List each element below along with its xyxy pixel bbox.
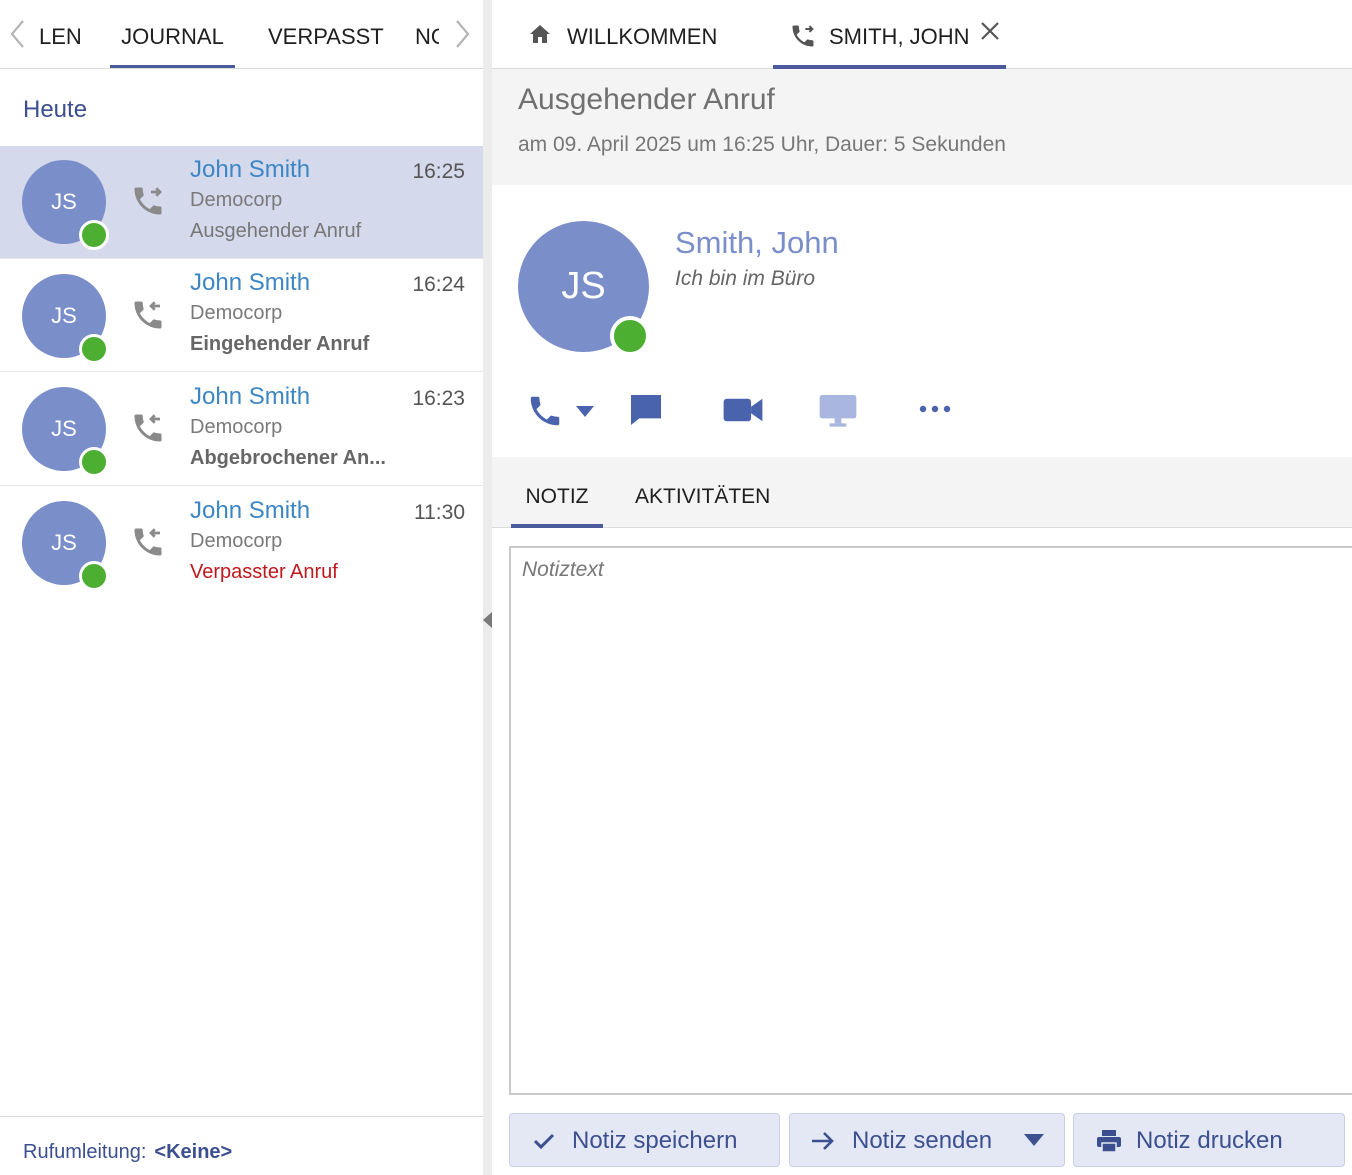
- call-forwarding-label: Rufumleitung:: [23, 1141, 147, 1163]
- call-list-item[interactable]: JS John Smith 16:24 Democorp Eingehender…: [0, 259, 483, 372]
- contact-card: JS Smith, John Ich bin im Büro: [492, 185, 1352, 457]
- caller-name: John Smith: [190, 497, 311, 524]
- call-journal-pane: LEN JOURNAL VERPASST NOTIZEN Heute JS Jo…: [0, 0, 483, 1175]
- chevron-right-icon[interactable]: [452, 18, 472, 50]
- call-button[interactable]: [526, 390, 596, 430]
- checkmark-icon: [533, 1133, 555, 1150]
- home-icon: [530, 25, 550, 43]
- print-note-button[interactable]: Notiz drucken: [1073, 1113, 1345, 1167]
- incoming-call-icon: [134, 414, 162, 442]
- send-note-label: Notiz senden: [852, 1127, 993, 1154]
- call-status: Verpasster Anruf: [190, 561, 338, 583]
- print-note-label: Notiz drucken: [1136, 1127, 1283, 1154]
- contact-status: Ich bin im Büro: [675, 267, 816, 290]
- section-heading-today: Heute: [23, 96, 88, 123]
- save-note-button[interactable]: Notiz speichern: [509, 1113, 780, 1167]
- phone-outgoing-icon: [792, 25, 814, 47]
- send-note-button[interactable]: Notiz senden: [789, 1113, 1065, 1167]
- chevron-left-icon[interactable]: [8, 18, 28, 50]
- pane-splitter[interactable]: [483, 0, 492, 1175]
- contact-name[interactable]: Smith, John: [675, 225, 839, 261]
- call-status: Ausgehender Anruf: [190, 220, 362, 242]
- document-tabbar: WILLKOMMEN SMITH, JOHN: [492, 0, 1352, 69]
- call-list-item[interactable]: JS John Smith 16:23 Democorp Abgebrochen…: [0, 373, 483, 486]
- caller-name: John Smith: [190, 383, 311, 410]
- presence-online-icon: [79, 447, 109, 477]
- note-textarea[interactable]: [509, 546, 1352, 1095]
- presence-online-icon: [79, 334, 109, 364]
- call-details: am 09. April 2025 um 16:25 Uhr, Dauer: 5…: [518, 133, 1006, 156]
- chevron-down-icon[interactable]: [576, 406, 594, 418]
- presence-online-icon: [79, 561, 109, 591]
- tab-smith-john[interactable]: SMITH, JOHN: [773, 0, 1006, 69]
- tab-activities[interactable]: AKTIVITÄTEN: [635, 457, 770, 528]
- collapse-arrow-icon[interactable]: [483, 612, 492, 628]
- call-status: Eingehender Anruf: [190, 333, 370, 355]
- printer-icon: [1097, 1130, 1121, 1153]
- journal-tabbar: LEN JOURNAL VERPASST NOTIZEN: [0, 0, 483, 69]
- call-status: Abgebrochener An...: [190, 447, 386, 469]
- arrow-right-icon: [812, 1132, 834, 1150]
- call-header: Ausgehender Anruf am 09. April 2025 um 1…: [492, 69, 1352, 185]
- chevron-down-icon[interactable]: [1024, 1134, 1044, 1147]
- detail-tabbar: NOTIZ AKTIVITÄTEN: [492, 457, 1352, 528]
- caller-company: Democorp: [190, 189, 283, 211]
- call-forwarding-value: <Keine>: [154, 1141, 233, 1163]
- incoming-call-icon: [134, 301, 162, 329]
- detail-pane: WILLKOMMEN SMITH, JOHN Ausgehender Anruf…: [492, 0, 1352, 1175]
- call-title: Ausgehender Anruf: [518, 83, 775, 116]
- tab-journal[interactable]: JOURNAL: [110, 0, 235, 68]
- chat-icon[interactable]: [626, 390, 666, 430]
- screen-share-icon[interactable]: [818, 390, 858, 430]
- tab-note[interactable]: NOTIZ: [511, 457, 603, 528]
- incoming-call-icon: [134, 528, 162, 556]
- caller-company: Democorp: [190, 416, 283, 438]
- tab-contacts[interactable]: LEN: [39, 0, 82, 68]
- phone-icon: [530, 396, 560, 426]
- call-time: 16:25: [412, 160, 465, 183]
- call-time: 11:30: [414, 501, 465, 524]
- more-icon[interactable]: [918, 390, 952, 430]
- call-list-item[interactable]: JS John Smith 16:25 Democorp Ausgehender…: [0, 146, 483, 259]
- tab-welcome-label: WILLKOMMEN: [567, 24, 718, 49]
- call-time: 16:24: [412, 273, 465, 296]
- caller-name: John Smith: [190, 156, 311, 183]
- video-icon[interactable]: [722, 390, 764, 430]
- caller-name: John Smith: [190, 269, 311, 296]
- tab-smith-john-label: SMITH, JOHN: [829, 24, 970, 49]
- caller-company: Democorp: [190, 302, 283, 324]
- close-icon[interactable]: [979, 20, 1001, 42]
- tab-missed[interactable]: VERPASST: [268, 0, 384, 68]
- tab-notes[interactable]: NOTIZEN: [415, 0, 439, 68]
- outgoing-call-icon: [134, 187, 162, 215]
- caller-company: Democorp: [190, 530, 283, 552]
- call-forwarding-status[interactable]: Rufumleitung: <Keine>: [0, 1116, 483, 1175]
- call-time: 16:23: [412, 387, 465, 410]
- save-note-label: Notiz speichern: [572, 1127, 738, 1154]
- presence-online-icon: [610, 316, 650, 356]
- tab-welcome[interactable]: WILLKOMMEN: [518, 0, 748, 69]
- presence-online-icon: [79, 220, 109, 250]
- call-list-item[interactable]: JS John Smith 11:30 Democorp Verpasster …: [0, 487, 483, 600]
